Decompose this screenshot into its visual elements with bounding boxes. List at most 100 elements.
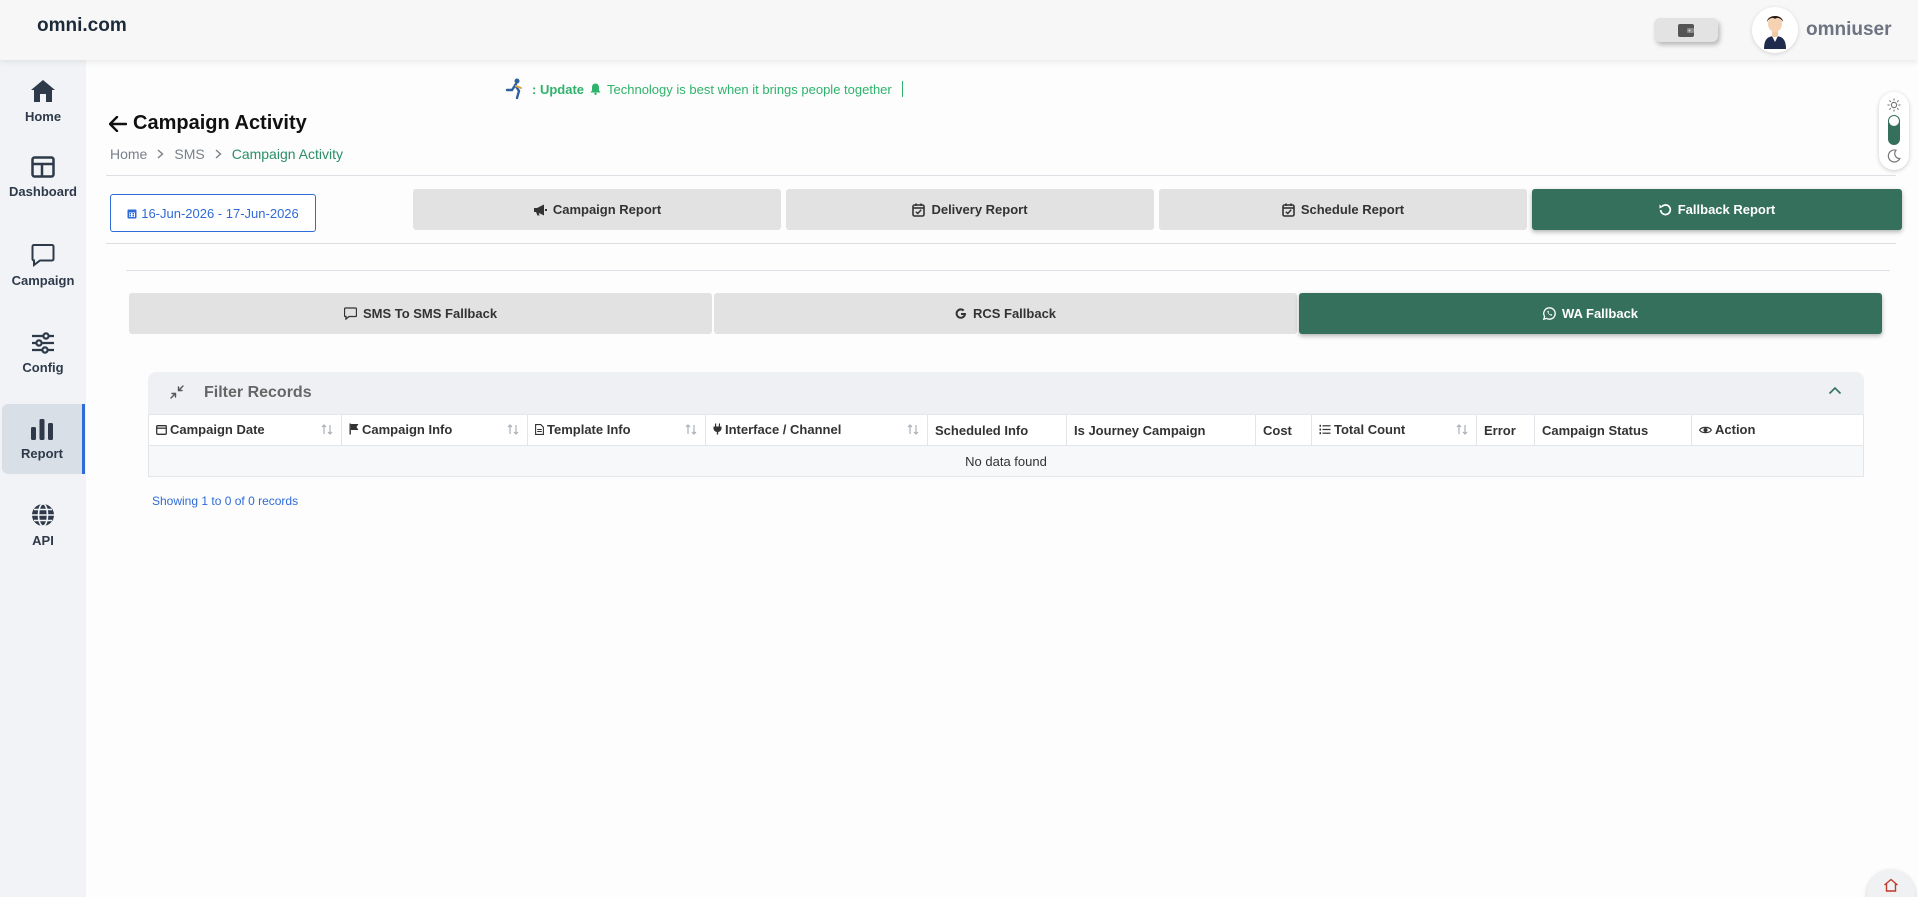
divider [126,270,1890,271]
column-campaign-info[interactable]: Campaign Info [341,414,528,446]
sidebar-item-home[interactable]: Home [0,66,86,136]
tab-label: Delivery Report [931,202,1028,217]
globe-icon [32,502,54,527]
avatar[interactable] [1752,7,1798,53]
column-cost: Cost [1255,414,1312,446]
divider [106,175,1896,176]
refresh-icon [1659,204,1671,216]
sidebar-item-label: API [32,532,54,548]
filter-panel[interactable]: Filter Records [148,372,1864,414]
home-icon [31,79,55,102]
tab-fallback-report[interactable]: Fallback Report [1532,189,1902,230]
column-action: Action [1691,414,1864,446]
calendar-icon [156,425,167,435]
megaphone-icon [533,204,547,215]
whatsapp-icon [1542,307,1556,320]
page-title-text: Campaign Activity [133,112,307,134]
sort-icon[interactable] [907,424,919,435]
page-title: Campaign Activity [109,112,307,135]
sidebar-item-api[interactable]: API [0,490,86,560]
google-icon [955,307,966,319]
breadcrumb: Home SMS Campaign Activity [110,146,343,162]
chevron-right-icon [215,149,222,159]
flag-icon [349,423,359,435]
ticker-message: Technology is best when it brings people… [607,81,892,97]
chat-icon [31,243,55,267]
calendar-check-icon [912,203,926,217]
filter-title: Filter Records [204,384,312,401]
sort-icon[interactable] [321,424,333,435]
tab-sms-to-sms-fallback[interactable]: SMS To SMS Fallback [129,293,712,334]
tab-label: SMS To SMS Fallback [362,306,498,321]
pagination-summary: Showing 1 to 0 of 0 records [152,494,299,508]
tab-wa-fallback[interactable]: WA Fallback [1299,293,1882,334]
top-header: omni.com omniuser [0,0,1918,60]
sidebar-item-label: Config [22,359,64,375]
records-table: Campaign Date Campaign Info Template Inf… [148,414,1864,477]
sidebar-item-report[interactable]: Report [2,404,85,474]
sort-icon[interactable] [507,424,519,435]
brand-logo[interactable]: omni.com [37,15,127,37]
wallet-button[interactable] [1654,18,1718,42]
sidebar: Home Dashboard Campaign Config Report AP… [0,60,86,897]
column-scheduled-info: Scheduled Info [927,414,1067,446]
calendar-icon [127,209,137,218]
back-arrow-icon[interactable] [109,115,127,132]
toggle-knob[interactable] [1889,116,1899,126]
sidebar-item-label: Home [24,108,62,124]
chevron-right-icon [157,149,164,159]
column-total-count[interactable]: Total Count [1311,414,1477,446]
tab-label: Fallback Report [1677,202,1776,217]
sort-icon[interactable] [685,424,697,435]
username[interactable]: omniuser [1806,19,1892,41]
sidebar-item-label: Dashboard [9,183,77,199]
main-content: : Update Technology is best when it brin… [86,60,1918,897]
tab-campaign-report[interactable]: Campaign Report [413,189,781,230]
table-header-row: Campaign Date Campaign Info Template Inf… [148,414,1864,446]
update-ticker: : Update Technology is best when it brin… [504,78,903,100]
moon-icon [1887,149,1901,163]
ticker-cursor [901,81,903,97]
tab-label: Schedule Report [1300,202,1405,217]
theme-toggle[interactable] [1879,92,1909,170]
file-icon [535,424,544,435]
column-error: Error [1476,414,1535,446]
sidebar-item-config[interactable]: Config [0,318,86,388]
breadcrumb-sms[interactable]: SMS [174,146,204,162]
empty-message: No data found [148,445,1864,477]
column-is-journey-campaign: Is Journey Campaign [1066,414,1256,446]
sidebar-item-label: Report [21,445,63,461]
bell-icon [590,83,601,95]
tab-label: RCS Fallback [972,306,1057,321]
column-campaign-date[interactable]: Campaign Date [148,414,342,446]
tab-delivery-report[interactable]: Delivery Report [786,189,1154,230]
column-campaign-status: Campaign Status [1534,414,1692,446]
breadcrumb-home[interactable]: Home [110,146,147,162]
minimize-icon[interactable] [170,385,184,399]
wallet-icon [1678,23,1694,37]
sidebar-item-label: Campaign [11,272,75,288]
running-person-icon [505,78,522,100]
tab-schedule-report[interactable]: Schedule Report [1159,189,1527,230]
tab-label: WA Fallback [1561,306,1639,321]
sidebar-item-campaign[interactable]: Campaign [0,230,86,300]
tab-label: Campaign Report [552,202,662,217]
breadcrumb-current: Campaign Activity [231,146,343,162]
sidebar-item-dashboard[interactable]: Dashboard [0,142,86,212]
column-template-info[interactable]: Template Info [527,414,706,446]
tab-rcs-fallback[interactable]: RCS Fallback [714,293,1297,334]
sun-icon [1887,98,1901,112]
chevron-up-icon[interactable] [1828,386,1842,395]
sort-icon[interactable] [1456,424,1468,435]
date-range-button[interactable]: 16-Jun-2026 - 17-Jun-2026 [110,194,316,232]
column-interface-channel[interactable]: Interface / Channel [705,414,928,446]
bar-chart-icon [31,418,53,440]
table-row: No data found [148,445,1864,477]
date-range-text: 16-Jun-2026 - 17-Jun-2026 [141,205,299,221]
divider [106,243,1896,244]
sliders-icon [32,331,54,354]
list-ordered-icon [1319,424,1331,435]
eye-icon [1699,426,1712,433]
dashboard-icon [31,155,55,178]
home-outline-icon [1884,878,1898,892]
